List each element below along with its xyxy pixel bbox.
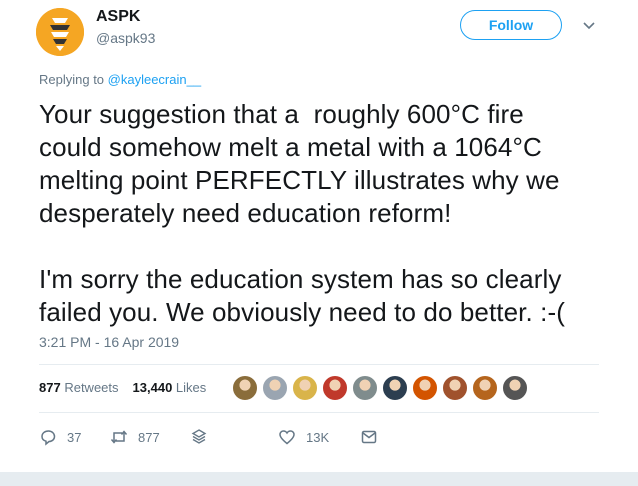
liker-avatar[interactable]: [412, 375, 438, 401]
like-count: 13K: [306, 429, 330, 445]
liker-avatar[interactable]: [442, 375, 468, 401]
mail-icon: [361, 430, 377, 444]
reply-action[interactable]: 37: [39, 428, 110, 446]
author-name[interactable]: ASPK: [96, 8, 140, 26]
retweet-count: 877: [138, 429, 160, 445]
liker-avatar[interactable]: [322, 375, 348, 401]
likes-stat-count: 13,440: [132, 380, 173, 395]
heart-icon: [279, 430, 295, 445]
liker-avatar[interactable]: [232, 375, 258, 401]
likes-stat[interactable]: 13,440 Likes: [133, 380, 207, 395]
liker-avatars: [232, 375, 528, 401]
retweet-action[interactable]: 877: [110, 428, 190, 446]
stack-icon: [191, 429, 207, 444]
tweet-text: Your suggestion that a roughly 600°C fir…: [39, 99, 565, 327]
likes-stat-label: Likes: [175, 380, 207, 395]
author-handle[interactable]: @aspk93: [96, 30, 155, 46]
message-action[interactable]: [360, 428, 378, 446]
reply-icon: [41, 430, 56, 446]
like-action[interactable]: 13K: [278, 428, 360, 446]
reply-count: 37: [67, 429, 82, 445]
liker-avatar[interactable]: [262, 375, 288, 401]
timestamp[interactable]: 3:21 PM - 16 Apr 2019: [39, 334, 179, 350]
retweets-stat-label: Retweets: [64, 380, 119, 395]
retweets-stat[interactable]: 877 Retweets: [39, 380, 119, 395]
replying-target-link[interactable]: @kayleecrain__: [108, 72, 201, 87]
liker-avatar[interactable]: [292, 375, 318, 401]
divider: [39, 364, 599, 365]
liker-avatar[interactable]: [472, 375, 498, 401]
replying-to: Replying to @kayleecrain__: [39, 72, 201, 87]
divider: [39, 412, 599, 413]
retweets-stat-count: 877: [39, 380, 61, 395]
retweet-icon: [110, 430, 128, 444]
chevron-down-icon[interactable]: [582, 18, 596, 32]
share-action[interactable]: [190, 428, 278, 446]
action-bar: 37 877 13K: [39, 428, 378, 446]
liker-avatar[interactable]: [502, 375, 528, 401]
tweet-card: ASPK @aspk93 Follow Replying to @kayleec…: [0, 0, 638, 472]
timeline-background: [0, 472, 638, 486]
follow-button[interactable]: Follow: [460, 10, 562, 40]
engagement-stats: 877 Retweets 13,440 Likes: [39, 380, 206, 395]
avatar-logo-icon: [36, 8, 84, 56]
replying-prefix: Replying to: [39, 72, 108, 87]
liker-avatar[interactable]: [352, 375, 378, 401]
avatar[interactable]: [36, 8, 84, 56]
liker-avatar[interactable]: [382, 375, 408, 401]
